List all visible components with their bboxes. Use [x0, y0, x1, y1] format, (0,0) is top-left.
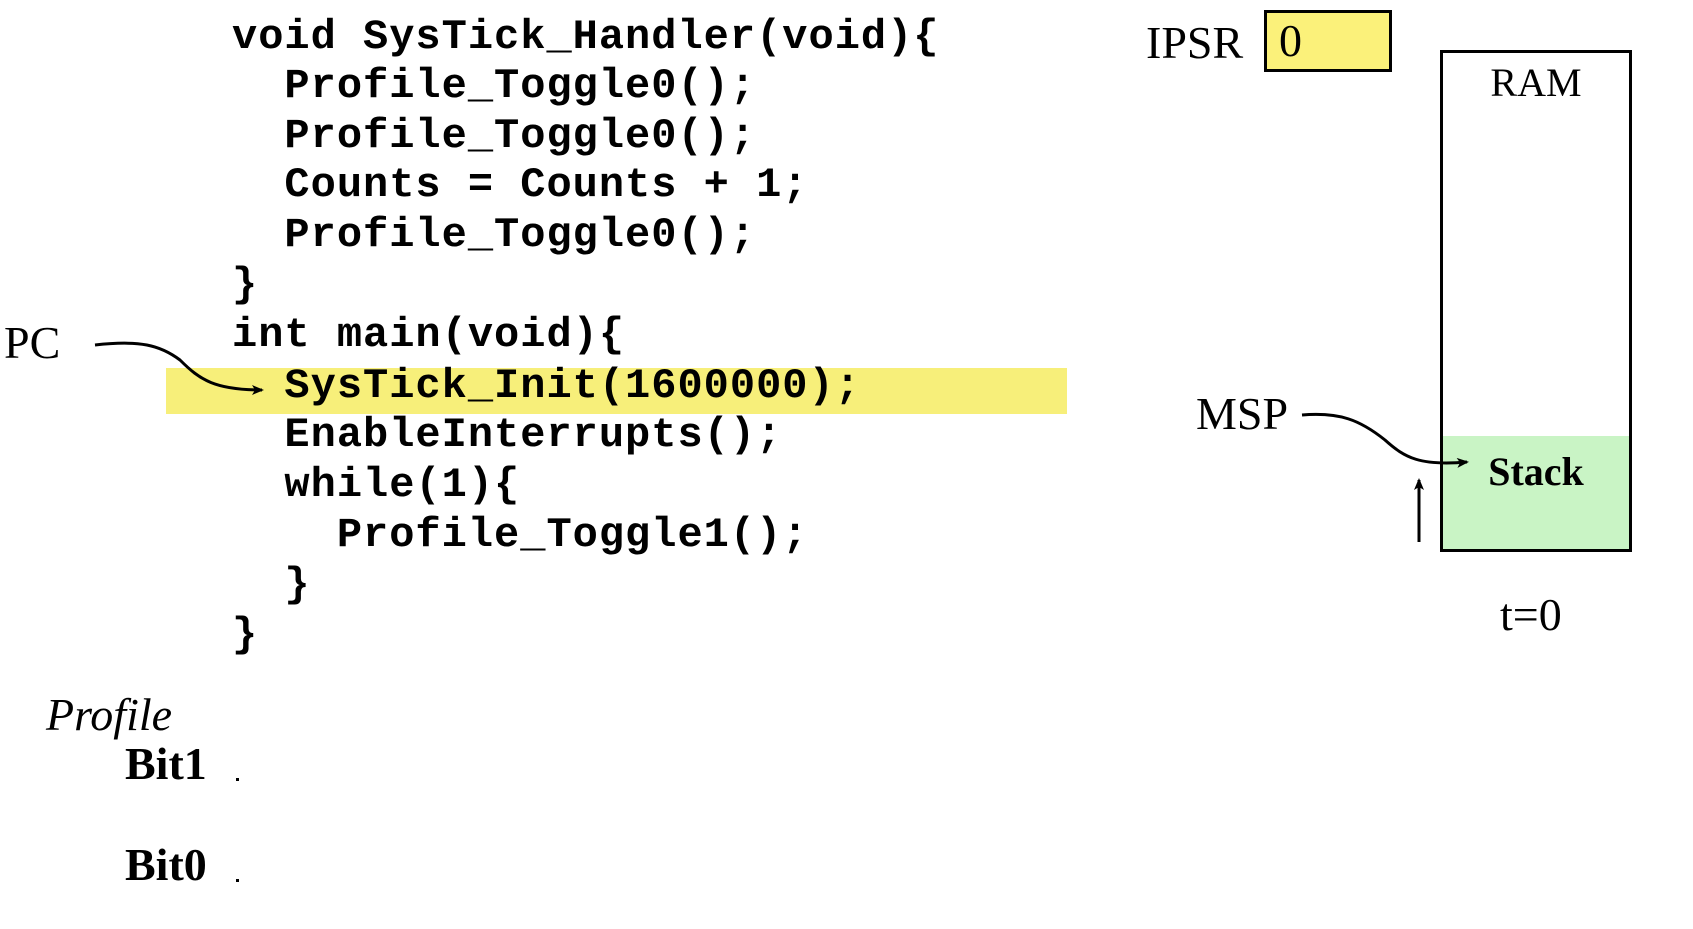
code-line: } — [232, 561, 311, 609]
ipsr-value: 0 — [1279, 15, 1302, 66]
code-line-current: SysTick_Init(1600000); — [232, 362, 861, 410]
bit1-trace-start — [236, 778, 239, 781]
code-line: } — [232, 261, 259, 309]
code-line: EnableInterrupts(); — [232, 411, 783, 459]
time-label: t=0 — [1500, 589, 1562, 640]
code-line: void SysTick_Handler(void){ — [232, 13, 940, 61]
bit1-label: Bit1 — [125, 738, 207, 789]
ipsr-register-box: 0 — [1264, 10, 1392, 72]
stack-label: Stack — [1488, 449, 1584, 494]
bit0-trace-start — [236, 879, 239, 882]
ipsr-label: IPSR — [1146, 17, 1244, 68]
code-line: Profile_Toggle1(); — [232, 511, 809, 559]
code-line: } — [232, 611, 259, 659]
msp-label: MSP — [1196, 388, 1289, 439]
profile-label: Profile — [46, 689, 173, 740]
code-line: Profile_Toggle0(); — [232, 112, 757, 160]
code-line: int main(void){ — [232, 311, 626, 359]
stack-region: Stack — [1443, 436, 1629, 549]
ram-label: RAM — [1490, 60, 1582, 105]
code-line: Profile_Toggle0(); — [232, 211, 757, 259]
code-line: Counts = Counts + 1; — [232, 161, 809, 209]
pc-label: PC — [4, 317, 61, 368]
code-line: while(1){ — [232, 461, 521, 509]
ram-block: RAM Stack — [1440, 50, 1632, 552]
code-line: Profile_Toggle0(); — [232, 62, 757, 110]
bit0-label: Bit0 — [125, 839, 207, 890]
